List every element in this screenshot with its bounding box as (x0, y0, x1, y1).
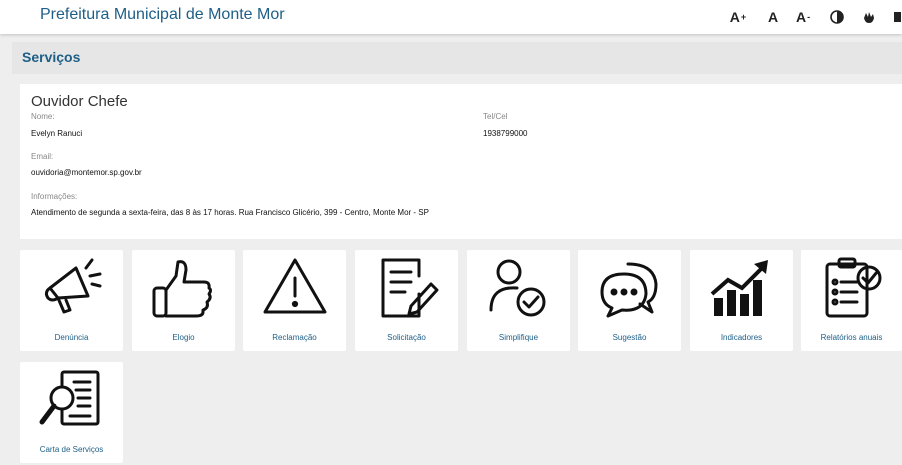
ouvidor-card: Ouvidor Chefe Nome: Evelyn Ranuci Tel/Ce… (20, 84, 902, 239)
contrast-icon (830, 10, 844, 24)
info-value: Atendimento de segunda a sexta-feira, da… (31, 208, 429, 217)
tile-label: Simplifique (498, 333, 539, 342)
tile-elogio[interactable]: Elogio (132, 250, 235, 351)
font-increase-button[interactable]: A + (727, 8, 749, 26)
tile-label: Relatórios anuais (820, 333, 883, 342)
megaphone-icon (44, 258, 102, 314)
warning-icon (263, 258, 327, 314)
site-title[interactable]: Prefeitura Municipal de Monte Mor (40, 6, 285, 24)
document-search-icon (39, 370, 100, 426)
tile-indicadores[interactable]: Indicadores (690, 250, 793, 351)
thumbs-up-icon (152, 260, 212, 318)
user-check-icon (489, 259, 546, 317)
name-label: Nome: (31, 112, 55, 121)
tile-label: Denúncia (54, 333, 89, 342)
name-value: Evelyn Ranuci (31, 129, 83, 138)
font-normal-button[interactable]: A (765, 8, 781, 26)
tile-label: Sugestão (612, 333, 647, 342)
document-pen-icon (381, 258, 439, 318)
email-label: Email: (31, 152, 54, 161)
keyboard-icon (894, 12, 901, 22)
sign-language-icon (864, 12, 874, 23)
font-decrease-sup: - (807, 12, 811, 22)
info-label: Informações: (31, 192, 78, 201)
tile-sugestao[interactable]: Sugestão (578, 250, 681, 351)
tile-relatorios-anuais[interactable]: Relatórios anuais (801, 250, 902, 351)
font-decrease-button[interactable]: A- (792, 8, 814, 26)
ouvidor-heading: Ouvidor Chefe (31, 93, 128, 110)
more-a11y-button[interactable] (892, 8, 902, 26)
contrast-button[interactable] (829, 8, 845, 26)
tile-reclamacao[interactable]: Reclamação (243, 250, 346, 351)
tile-label: Carta de Serviços (39, 445, 104, 454)
tile-denuncia[interactable]: Denúncia (20, 250, 123, 351)
tile-simplifique[interactable]: Simplifique (467, 250, 570, 351)
chat-bubbles-icon (600, 262, 658, 318)
font-increase-sup: + (740, 12, 747, 22)
tile-label: Indicadores (720, 333, 763, 342)
top-bar: Prefeitura Municipal de Monte Mor A + A A… (0, 0, 902, 34)
growth-chart-icon (710, 260, 768, 316)
clipboard-checklist-icon (825, 257, 882, 318)
tile-solicitacao[interactable]: Solicitação (355, 250, 458, 351)
font-decrease-label: A (795, 9, 807, 25)
tile-label: Elogio (172, 333, 195, 342)
section-header: Serviços (12, 42, 902, 74)
email-value: ouvidoria@montemor.sp.gov.br (31, 168, 142, 177)
sign-language-button[interactable] (860, 8, 878, 26)
font-increase-label: A (729, 9, 740, 25)
tile-label: Reclamação (272, 333, 317, 342)
font-normal-label: A (767, 9, 779, 25)
phone-value: 1938799000 (483, 129, 528, 138)
tile-label: Solicitação (387, 333, 426, 342)
tile-carta-de-servicos[interactable]: Carta de Serviços (20, 362, 123, 463)
section-title: Serviços (22, 49, 81, 65)
phone-label: Tel/Cel (483, 112, 508, 121)
